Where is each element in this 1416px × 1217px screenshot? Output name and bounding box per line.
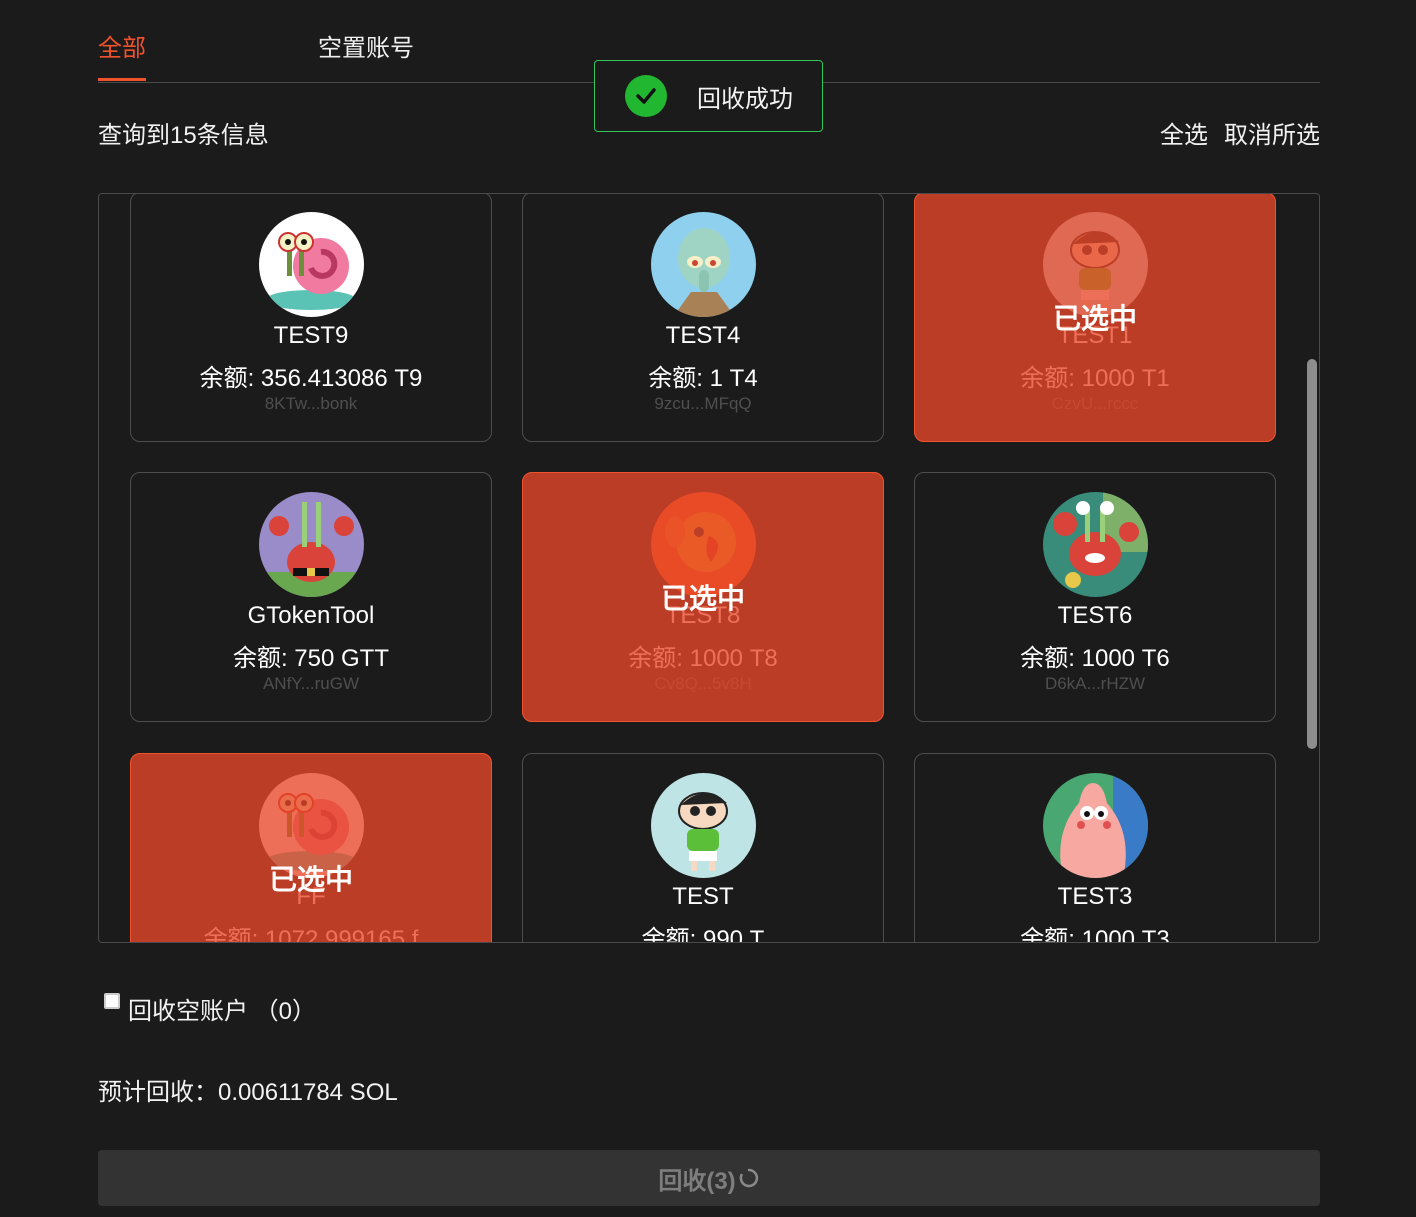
token-name: TEST xyxy=(672,883,734,910)
token-balance: 余额: 1000 T3 xyxy=(1020,926,1170,943)
selected-overlay xyxy=(130,753,492,942)
squid-icon xyxy=(651,212,756,317)
list-scrollbar[interactable] xyxy=(1307,359,1317,749)
token-name: TEST3 xyxy=(1057,883,1133,910)
token-card[interactable]: TEST6余额: 1000 T6D6kA...rHZW已选中 xyxy=(914,472,1276,722)
token-card[interactable]: TEST1余额: 1000 T1CzvU...rccc已选中 xyxy=(914,194,1276,442)
token-card[interactable]: GTokenTool余额: 750 GTTANfY...ruGW已选中 xyxy=(130,472,492,722)
result-count: 查询到15条信息 xyxy=(98,122,269,149)
token-address: 8KTw...bonk xyxy=(264,394,358,413)
select-all-button[interactable]: 全选 xyxy=(1160,115,1208,150)
deselect-all-button[interactable]: 取消所选 xyxy=(1224,115,1320,150)
token-address: ANfY...ruGW xyxy=(262,674,360,693)
success-toast: 回收成功 xyxy=(594,60,823,132)
cartoon-boy-icon xyxy=(651,773,756,878)
toast-message: 回收成功 xyxy=(697,85,793,113)
token-card[interactable]: TEST3余额: 1000 T3已选中 xyxy=(914,753,1276,943)
active-tab-indicator xyxy=(98,78,146,81)
token-balance: 余额: 1 T4 xyxy=(648,365,758,392)
selected-label: 已选中 xyxy=(660,583,745,614)
token-address: D6kA...rHZW xyxy=(1044,674,1146,693)
token-name: TEST9 xyxy=(273,322,349,349)
snail-icon xyxy=(259,212,364,317)
reclaim-button[interactable]: 回收(3) xyxy=(98,1150,1320,1206)
tab-empty-accounts[interactable]: 空置账号 xyxy=(318,28,414,63)
token-balance: 余额: 750 GTT xyxy=(232,645,390,672)
token-card[interactable]: TEST9余额: 356.413086 T98KTw...bonk已选中 xyxy=(130,194,492,442)
token-card[interactable]: TEST4余额: 1 T49zcu...MFqQ已选中 xyxy=(522,194,884,442)
token-balance: 余额: 356.413086 T9 xyxy=(199,365,423,392)
estimated-reclaim: 预计回收：0.00611784 SOL xyxy=(98,1079,398,1106)
token-account-list[interactable]: TEST9余额: 356.413086 T98KTw...bonk已选中TEST… xyxy=(98,193,1320,943)
loading-spinner-icon xyxy=(739,1168,758,1188)
token-name: GTokenTool xyxy=(247,602,375,629)
crab-money-icon xyxy=(1043,492,1148,597)
token-name: TEST6 xyxy=(1057,602,1133,629)
token-card[interactable]: TEST8余额: 1000 T8Cv8Q...5v8H已选中 xyxy=(522,472,884,722)
token-address: 9zcu...MFqQ xyxy=(654,394,752,413)
starfish-icon xyxy=(1043,773,1148,878)
selected-label: 已选中 xyxy=(1052,303,1137,334)
token-card[interactable]: TEST余额: 990 T已选中 xyxy=(522,753,884,943)
token-card[interactable]: FF余额: 1072.999165 f已选中 xyxy=(130,753,492,942)
selected-label: 已选中 xyxy=(268,864,353,895)
token-balance: 余额: 990 T xyxy=(641,926,765,943)
token-name: TEST4 xyxy=(665,322,741,349)
reclaim-empty-label: 回收空账户 （0） xyxy=(128,998,317,1025)
reclaim-empty-checkbox[interactable] xyxy=(104,993,120,1009)
reclaim-button-label: 回收(3) xyxy=(658,1167,736,1195)
check-circle-icon xyxy=(625,75,667,117)
crab-icon xyxy=(259,492,364,597)
token-balance: 余额: 1000 T6 xyxy=(1020,645,1170,672)
tab-all[interactable]: 全部 xyxy=(98,28,146,63)
